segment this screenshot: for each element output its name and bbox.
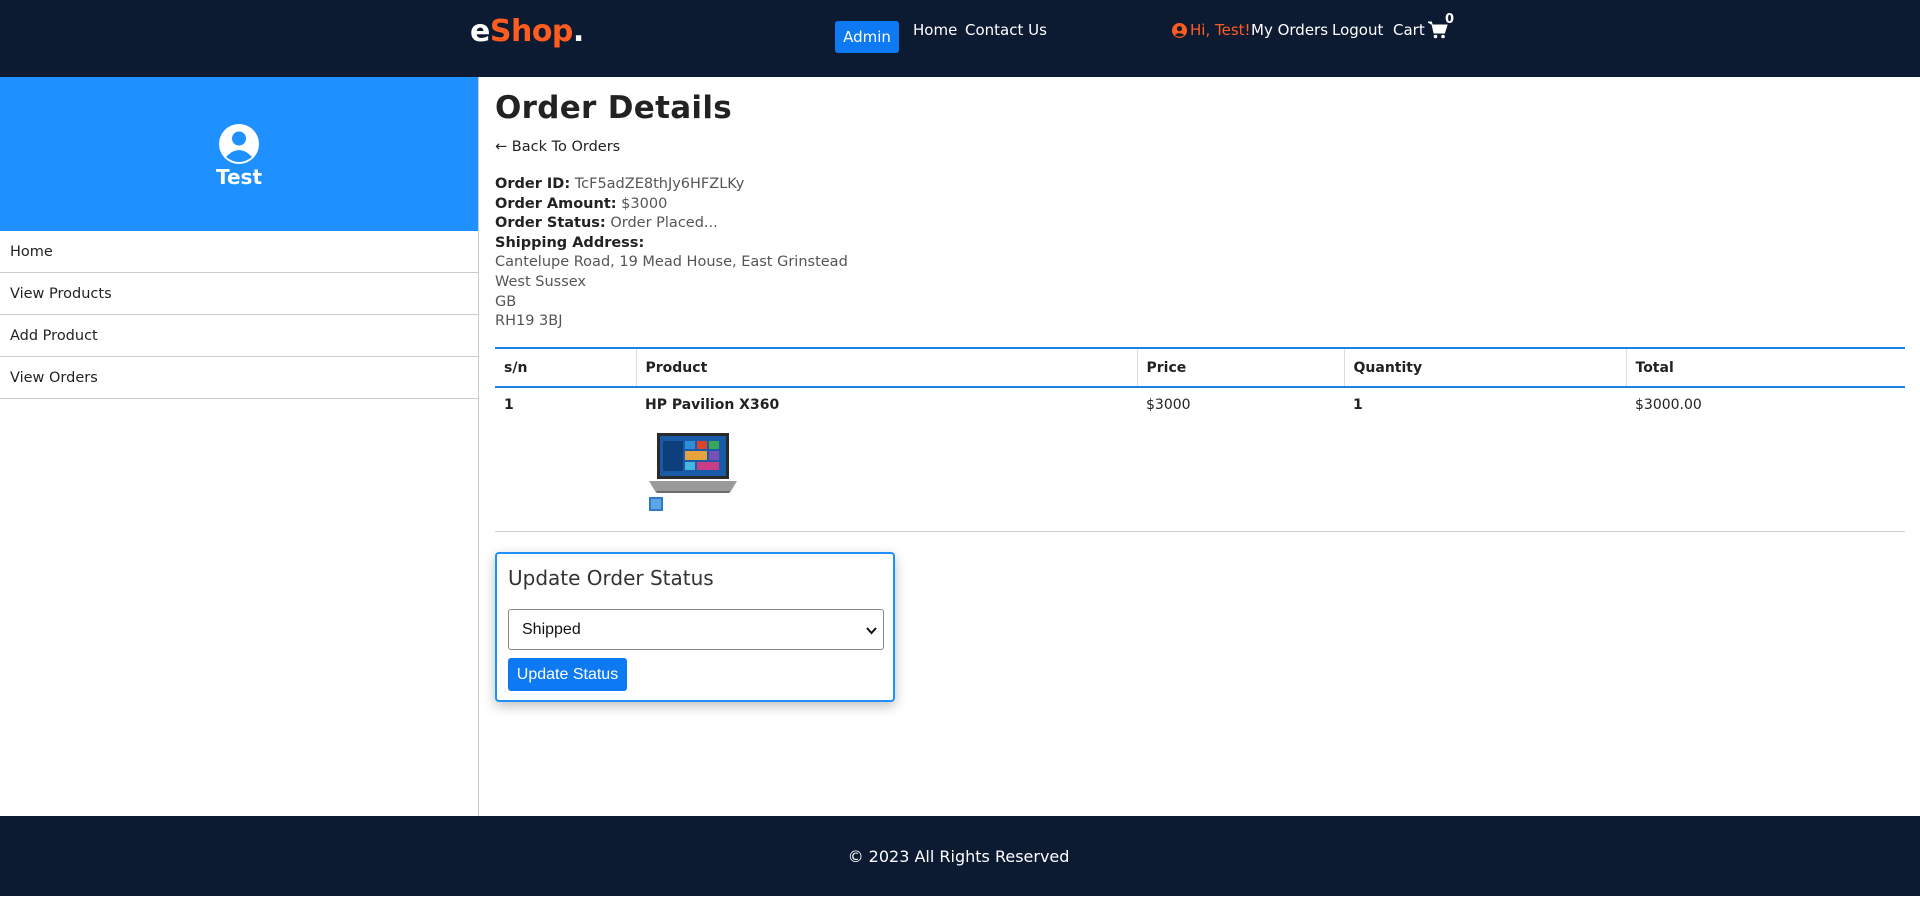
update-status-title: Update Order Status [508,566,714,590]
column-header-price: Price [1137,347,1345,388]
logo-text-accent: Shop [489,14,574,49]
cell-sn: 1 [495,387,636,532]
address-line: GB [495,293,517,310]
footer-text: © 2023 All Rights Reserved [847,846,1070,866]
nav-logout-link[interactable]: Logout [1332,21,1383,39]
greeting-text: Hi, Test! [1190,21,1251,39]
top-navbar: eShop. Admin Home Contact Us Hi, Test! M… [0,0,1920,77]
product-name: HP Pavilion X360 [645,397,780,413]
page-footer: © 2023 All Rights Reserved [0,816,1920,896]
order-items-table: s/n Product Price Quantity Total 1 HP Pa… [495,347,1905,532]
sidebar-item-view-orders[interactable]: View Orders [0,357,478,399]
cell-quantity: 1 [1344,387,1626,532]
user-circle-icon [219,124,259,164]
admin-button[interactable]: Admin [835,21,899,53]
nav-contact-link[interactable]: Contact Us [965,21,1047,39]
order-amount-value: $3000 [621,195,668,212]
admin-sidebar: Test Home View Products Add Product View… [0,77,479,816]
column-header-total: Total [1626,347,1905,388]
sidebar-item-view-products[interactable]: View Products [0,273,478,315]
column-header-sn: s/n [495,347,637,388]
cell-price: $3000 [1137,387,1344,532]
sidebar-item-home[interactable]: Home [0,231,478,273]
sidebar-profile: Test [0,77,478,231]
order-id-value: TcF5adZE8thJy6HFZLKy [574,176,745,192]
page-title: Order Details [495,90,733,126]
user-circle-icon [1172,22,1187,38]
sidebar-item-add-product[interactable]: Add Product [0,315,478,357]
logo-text-main: e [470,14,490,49]
order-amount-label: Order Amount: [495,195,617,212]
address-line: RH19 3BJ [495,313,563,330]
cart-link[interactable]: Cart [1393,21,1448,39]
nav-my-orders-link[interactable]: My Orders [1251,21,1328,39]
order-status-label: Order Status: [495,215,606,232]
update-status-button[interactable]: Update Status [508,658,627,691]
user-greeting[interactable]: Hi, Test! [1172,21,1251,39]
order-id-label: Order ID: [495,176,571,192]
order-status-select[interactable]: Shipped [508,609,884,650]
address-line: West Sussex [495,273,587,290]
logo-dot: . [572,14,584,49]
chevron-down-icon [866,627,877,635]
order-info: Order ID: TcF5adZE8thJy6HFZLKy Order Amo… [495,175,848,332]
nav-home-link[interactable]: Home [913,21,957,39]
back-to-orders-link[interactable]: ← Back To Orders [495,139,620,155]
table-row: 1 HP Pavilion X360 $3000 1 $3000.00 [495,387,1905,532]
column-header-quantity: Quantity [1344,347,1627,388]
cell-product: HP Pavilion X360 [636,387,1137,532]
update-status-card: Update Order Status Shipped Update Statu… [495,552,895,702]
shop-logo[interactable]: eShop. [470,14,584,49]
shipping-address-label: Shipping Address: [495,234,645,251]
table-header-row: s/n Product Price Quantity Total [495,347,1905,388]
cell-total: $3000.00 [1626,387,1905,532]
cart-label: Cart [1393,21,1425,39]
address-line: Cantelupe Road, 19 Mead House, East Grin… [495,254,848,271]
selected-status: Shipped [522,620,581,638]
order-status-value: Order Placed... [610,215,718,232]
laptop-product-image [649,433,737,511]
sidebar-username: Test [215,165,262,189]
column-header-product: Product [636,347,1138,388]
cart-count-badge: 0 [1445,12,1455,27]
